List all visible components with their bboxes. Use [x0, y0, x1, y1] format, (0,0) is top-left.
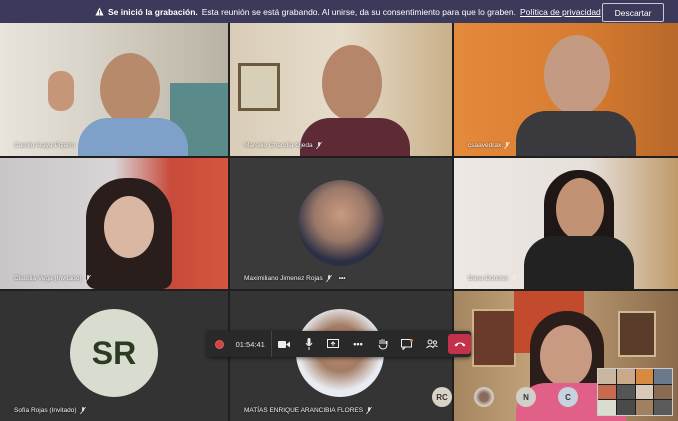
participant-name: Camilo Araya Pizarro: [14, 142, 76, 149]
microphone-button[interactable]: [296, 331, 321, 357]
call-controls: 01:54:41 •••: [207, 331, 471, 357]
chat-icon: [401, 338, 414, 350]
banner-title: Se inició la grabación.: [108, 6, 198, 17]
more-icon: •••: [353, 339, 363, 349]
wall-diploma: [618, 311, 656, 357]
banner-message: Esta reunión se está grabando. Al unirse…: [201, 6, 516, 17]
participant-name: Dana Donoso: [468, 275, 517, 282]
camera-icon: [278, 340, 291, 348]
raise-hand-button[interactable]: [370, 331, 395, 357]
call-timer: 01:54:41: [232, 331, 272, 357]
wall-diploma: [472, 309, 516, 367]
person-shirt: [78, 118, 188, 156]
participant-name: Marcelo Chandía Ojeda: [244, 142, 322, 149]
mic-muted-icon: [84, 275, 91, 282]
participant-tile[interactable]: Claudia Vega (Invitado): [0, 158, 228, 289]
person-video: [322, 45, 382, 121]
recording-indicator: [207, 331, 232, 357]
recording-banner: Se inició la grabación. Esta reunión se …: [0, 0, 678, 23]
mic-muted-icon: [504, 142, 511, 149]
roster-avatar-photo[interactable]: [474, 387, 494, 407]
person-shirt: [516, 111, 636, 156]
video-grid: Camilo Araya Pizarro Marcelo Chandía Oje…: [0, 23, 678, 421]
participant-name: Maximiliano Jimenez Rojas •••: [244, 275, 346, 282]
participant-tile[interactable]: Dana Donoso: [454, 158, 678, 289]
participant-tile[interactable]: csaavedrax: [454, 23, 678, 156]
participants-button[interactable]: [420, 331, 445, 357]
participant-avatar: SR: [70, 309, 158, 397]
wall-picture: [238, 63, 280, 111]
dismiss-button[interactable]: Descartar: [602, 3, 664, 22]
more-actions-button[interactable]: •••: [346, 331, 371, 357]
person-video: [540, 325, 592, 387]
microphone-icon: [305, 338, 313, 350]
participant-avatar: [298, 180, 384, 266]
phone-hangup-icon: [454, 342, 466, 347]
person-video: [544, 35, 610, 115]
share-screen-button[interactable]: [321, 331, 346, 357]
roster-avatar[interactable]: RC: [432, 387, 452, 407]
mic-muted-icon: [79, 407, 86, 414]
person-shirt: [524, 236, 634, 289]
roster-avatar[interactable]: C: [558, 387, 578, 407]
camera-button[interactable]: [272, 331, 297, 357]
person-shirt: [300, 118, 410, 156]
person-face: [104, 196, 154, 258]
participant-name: Sofía Rojas (Invitado): [14, 407, 86, 414]
participant-tile[interactable]: SR Sofía Rojas (Invitado): [0, 291, 228, 421]
mic-muted-icon: [325, 275, 332, 282]
participant-tile[interactable]: Maximiliano Jimenez Rojas •••: [230, 158, 452, 289]
waving-hand: [48, 71, 74, 111]
privacy-link[interactable]: Política de privacidad: [520, 7, 601, 17]
mic-muted-icon: [315, 142, 322, 149]
participant-tile[interactable]: Marcelo Chandía Ojeda: [230, 23, 452, 156]
share-screen-icon: [327, 339, 340, 348]
participant-name: Claudia Vega (Invitado): [14, 275, 91, 282]
more-options-icon[interactable]: •••: [339, 275, 346, 282]
mic-muted-icon: [510, 275, 517, 282]
people-icon: [426, 339, 438, 349]
mic-muted-icon: [366, 407, 372, 414]
person-video: [556, 178, 604, 240]
participant-name: csaavedrax: [468, 142, 511, 149]
participant-tile[interactable]: Camilo Araya Pizarro: [0, 23, 228, 156]
person-video: [100, 53, 160, 125]
banner-content: Se inició la grabación. Esta reunión se …: [95, 0, 601, 23]
recording-dot-icon: [214, 339, 224, 349]
self-preview[interactable]: [597, 368, 673, 416]
warning-icon: [95, 7, 104, 16]
roster-avatar[interactable]: N: [516, 387, 536, 407]
participant-name: MATÍAS ENRIQUE ARANCIBIA FLORES: [244, 407, 372, 414]
hand-icon: [378, 339, 388, 350]
chat-button[interactable]: [395, 331, 420, 357]
hang-up-button[interactable]: [448, 334, 471, 354]
